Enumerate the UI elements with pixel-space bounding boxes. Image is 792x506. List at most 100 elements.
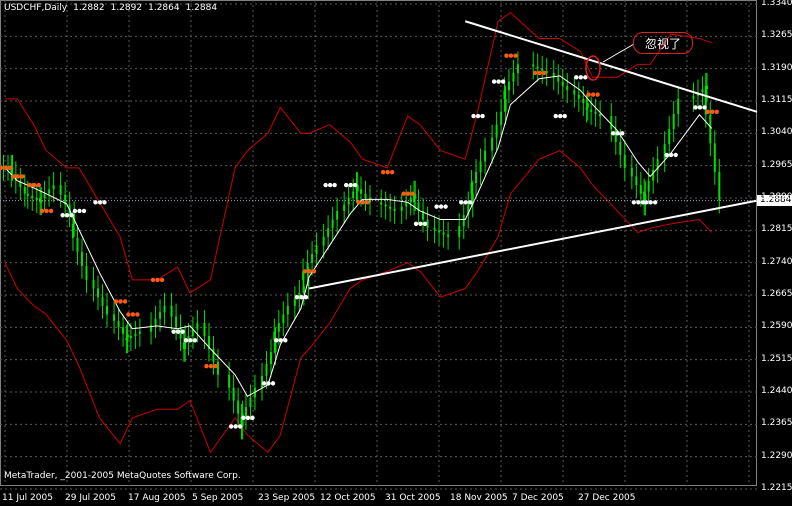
sar-dot [155,277,160,283]
date-tick-label: 29 Jul 2005 [65,493,116,503]
price-tick-label: 1.2290 [761,450,792,461]
sar-dot [673,152,678,158]
price-tick-label: 1.2440 [761,386,792,396]
candle-body [159,312,162,319]
candle-body [619,141,622,155]
candle-body [630,167,633,177]
candle-body [701,89,704,93]
sar-dot [574,75,579,80]
sar-dot [150,277,156,283]
sar-dot [343,182,349,188]
candle-body [516,64,519,73]
sar-dot [406,191,411,196]
sar-dot [233,424,238,429]
sar-dot [537,70,542,76]
price-tick-label: 1.2365 [761,418,792,429]
candle-body [692,95,695,99]
sar-dot [118,299,123,304]
candle-body [713,143,716,172]
price-tick-label: 1.2515 [761,353,792,364]
date-tick-label: 18 Nov 2005 [450,493,508,503]
sar-dot [311,269,317,274]
sar-dot [410,191,415,196]
sar-dot [72,208,78,214]
price-tick-label: 1.3040 [761,127,792,138]
sar-dot [250,415,255,421]
candle-body [380,202,383,205]
date-tick-label: 12 Oct 2005 [320,493,376,503]
candle-body [573,90,576,95]
candle-body [647,180,650,192]
sar-dot [39,208,45,214]
chart-header: USDCHF,Daily 1.2882 1.2892 1.2864 1.2884 [4,3,223,13]
sar-dot [542,70,547,76]
candle-body [458,226,461,237]
sar-dot [171,329,176,334]
sar-dot [32,182,37,188]
open-value: 1.2882 [73,3,105,13]
sar-dot [278,338,284,343]
candle-body [196,323,199,330]
date-tick-label: 17 Aug 2005 [128,493,186,503]
sar-dot [175,329,181,334]
sar-dot [352,182,358,188]
candle-body [532,64,535,67]
candle-body [97,288,100,298]
sar-dot [180,329,185,334]
date-tick-label: 27 Dec 2005 [578,493,636,503]
candle-body [129,335,132,339]
moving-average-line [4,75,713,397]
sar-dot [97,200,103,205]
sar-dot [64,213,70,218]
sar-dot [294,294,300,300]
candle-body [71,223,74,238]
candle-body [663,144,666,160]
price-tick-label: 1.3265 [761,30,792,41]
candle-body [286,305,289,315]
candle-body [134,333,137,336]
candle-body [541,68,544,71]
sar-dot [307,269,312,274]
price-tick-label: 1.2740 [761,256,792,267]
sar-dot [418,221,423,227]
sar-dot [77,208,82,214]
sar-dot [380,169,386,175]
sar-dot [11,174,16,179]
sar-dot [664,152,669,158]
sar-dot [652,200,658,205]
sar-dot [513,53,518,58]
candle-body [433,228,436,231]
candle-body [462,215,465,227]
candle-body [503,90,506,99]
sar-dot [237,424,243,429]
candle-body [31,195,34,198]
candle-body [336,210,339,220]
candle-body [175,316,178,328]
price-tick-label: 1.3115 [761,95,792,105]
candle-body [561,81,564,86]
candle-body [315,245,318,255]
sar-dot [590,92,596,97]
candle-body [163,305,166,313]
sar-dot [183,338,189,343]
price-chart[interactable] [0,0,792,506]
candle-body [400,206,403,211]
sar-dot [327,182,333,188]
candle-body [389,206,392,209]
candle-body [364,193,367,198]
sar-dot [208,363,214,369]
candle-body [347,198,350,205]
candle-body [117,320,120,328]
candle-body [599,113,602,117]
candle-body [232,387,235,401]
candle-body [585,107,588,110]
sar-dot [159,277,165,283]
sar-dot [20,174,25,179]
sar-dot [443,204,448,209]
candle-body [203,323,206,336]
annotation-pointer [602,43,635,63]
trendline [308,199,758,290]
candle-body [106,305,109,315]
sar-dot [533,70,538,76]
sar-dot [274,338,279,343]
